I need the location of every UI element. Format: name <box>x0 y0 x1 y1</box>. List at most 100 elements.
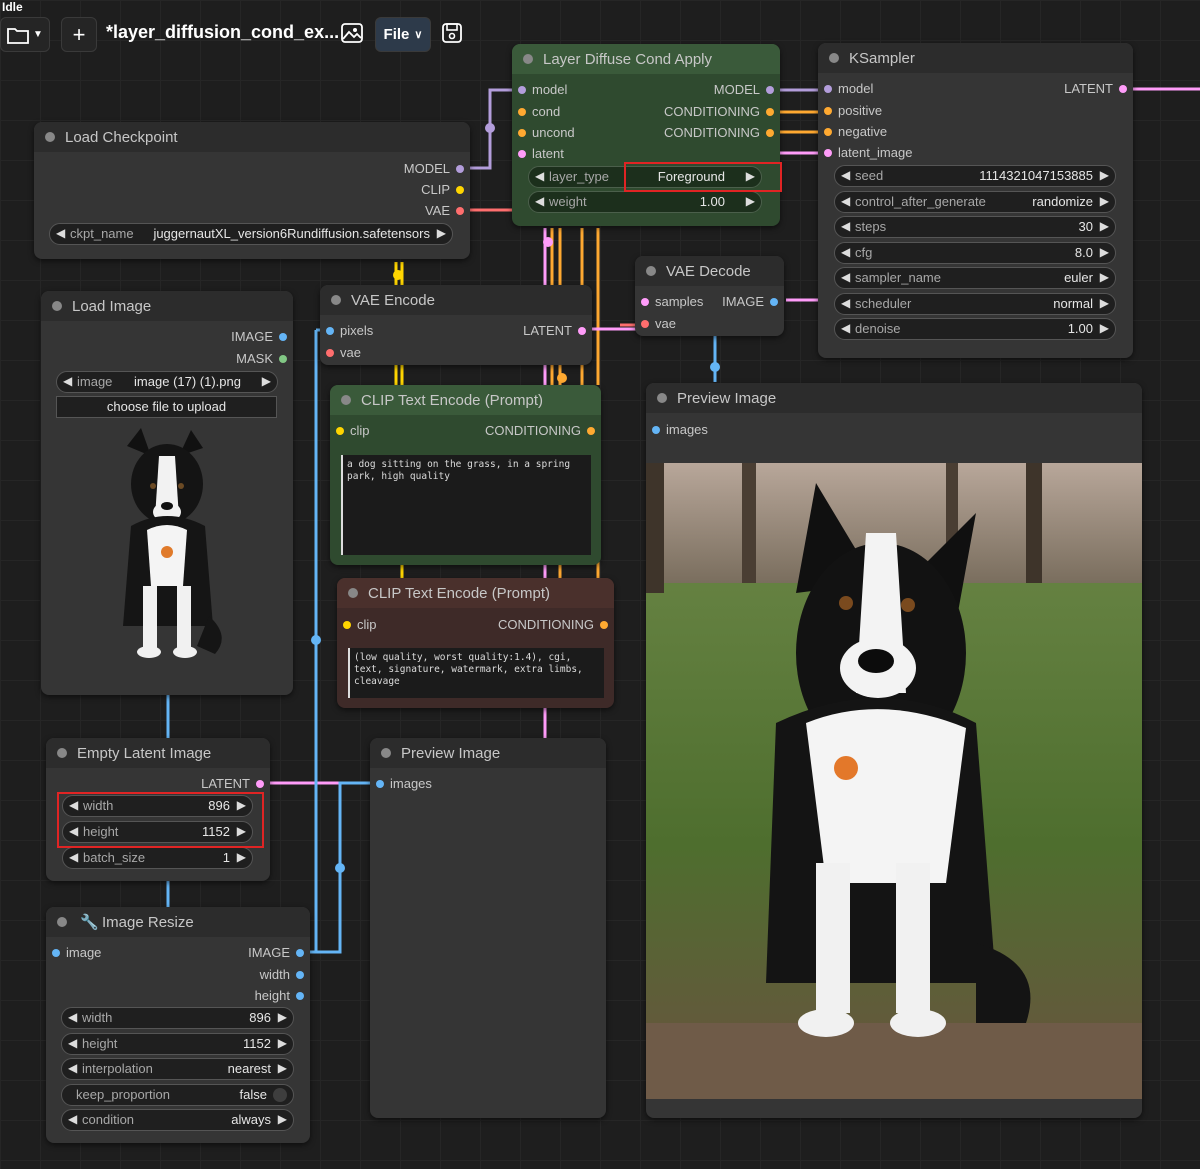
arrow-right-icon[interactable]: ▶ <box>437 226 446 240</box>
collapse-dot[interactable] <box>57 748 67 758</box>
number-widget[interactable]: ◀ steps 30 ▶ <box>834 216 1116 238</box>
number-widget[interactable]: ◀ control_after_generate randomize ▶ <box>834 190 1116 213</box>
slot-dot[interactable] <box>1119 85 1127 93</box>
file-menu-button[interactable]: File ∨ <box>375 17 431 52</box>
slot-dot[interactable] <box>824 85 832 93</box>
number-widget[interactable]: ◀ condition always ▶ <box>61 1109 294 1131</box>
output-image[interactable]: IMAGE <box>722 294 778 310</box>
output-vae[interactable]: VAE <box>425 203 464 219</box>
slot-dot[interactable] <box>256 780 264 788</box>
slot-dot[interactable] <box>518 129 526 137</box>
node-clip-text-encode-positive[interactable]: CLIP Text Encode (Prompt) clip CONDITION… <box>330 385 601 565</box>
number-widget[interactable]: ◀ cfg 8.0 ▶ <box>834 241 1116 264</box>
slot-dot[interactable] <box>770 298 778 306</box>
output-latent[interactable]: LATENT <box>1064 81 1127 97</box>
output-conditioning[interactable]: CONDITIONING <box>664 125 774 141</box>
output-image[interactable]: IMAGE <box>231 329 287 345</box>
arrow-left-icon[interactable]: ◀ <box>535 169 544 183</box>
arrow-right-icon[interactable]: ▶ <box>1100 168 1109 182</box>
number-widget[interactable]: ◀ height 1152 ▶ <box>61 1032 294 1055</box>
slot-dot[interactable] <box>766 108 774 116</box>
slot-dot[interactable] <box>456 186 464 194</box>
new-workflow-button[interactable]: + <box>61 17 97 52</box>
node-load-checkpoint[interactable]: Load Checkpoint MODEL CLIP VAE ◀ ckpt_na… <box>34 122 470 259</box>
slot-dot[interactable] <box>279 333 287 341</box>
node-load-image[interactable]: Load Image IMAGE MASK ◀ image image (17)… <box>41 291 293 695</box>
input-latent[interactable]: latent <box>518 146 564 162</box>
arrow-right-icon[interactable]: ▶ <box>278 1036 287 1050</box>
negative-prompt-textarea[interactable]: (low quality, worst quality:1.4), cgi, t… <box>348 648 604 698</box>
arrow-left-icon[interactable]: ◀ <box>69 824 78 838</box>
node-image-resize[interactable]: 🔧 Image Resize image IMAGE width height … <box>46 907 310 1143</box>
node-clip-text-encode-negative[interactable]: CLIP Text Encode (Prompt) clip CONDITION… <box>337 578 614 708</box>
arrow-right-icon[interactable]: ▶ <box>1100 245 1109 259</box>
collapse-dot[interactable] <box>45 132 55 142</box>
slot-dot[interactable] <box>456 207 464 215</box>
slot-dot[interactable] <box>578 327 586 335</box>
toggle-widget[interactable]: keep_proportion false <box>61 1083 294 1106</box>
arrow-right-icon[interactable]: ▶ <box>237 798 246 812</box>
input-positive[interactable]: positive <box>824 103 882 119</box>
image-combo[interactable]: ◀ image image (17) (1).png ▶ <box>56 371 278 393</box>
slot-dot[interactable] <box>587 427 595 435</box>
node-layer-diffuse-cond-apply[interactable]: Layer Diffuse Cond Apply model cond unco… <box>512 44 780 226</box>
slot-dot[interactable] <box>824 107 832 115</box>
slot-dot[interactable] <box>766 86 774 94</box>
weight-number[interactable]: ◀ weight 1.00 ▶ <box>528 191 762 213</box>
input-uncond[interactable]: uncond <box>518 125 575 141</box>
arrow-right-icon[interactable]: ▶ <box>237 850 246 864</box>
upload-button[interactable]: choose file to upload <box>56 396 277 418</box>
arrow-left-icon[interactable]: ◀ <box>68 1112 77 1126</box>
positive-prompt-textarea[interactable]: a dog sitting on the grass, in a spring … <box>341 455 591 555</box>
slot-dot[interactable] <box>641 320 649 328</box>
input-pixels[interactable]: pixels <box>326 323 373 339</box>
input-vae[interactable]: vae <box>641 316 676 332</box>
collapse-dot[interactable] <box>657 393 667 403</box>
arrow-right-icon[interactable]: ▶ <box>746 169 755 183</box>
slot-dot[interactable] <box>296 971 304 979</box>
slot-dot[interactable] <box>456 165 464 173</box>
slot-dot[interactable] <box>652 426 660 434</box>
input-clip[interactable]: clip <box>343 617 377 633</box>
input-model[interactable]: model <box>824 81 873 97</box>
number-widget[interactable]: ◀ denoise 1.00 ▶ <box>834 318 1116 340</box>
slot-dot[interactable] <box>824 128 832 136</box>
output-conditioning[interactable]: CONDITIONING <box>664 104 774 120</box>
slot-dot[interactable] <box>336 427 344 435</box>
output-clip[interactable]: CLIP <box>421 182 464 198</box>
arrow-left-icon[interactable]: ◀ <box>56 226 65 240</box>
input-images[interactable]: images <box>376 776 432 792</box>
slot-dot[interactable] <box>518 108 526 116</box>
arrow-left-icon[interactable]: ◀ <box>841 245 850 259</box>
toggle-knob[interactable] <box>273 1087 287 1102</box>
arrow-right-icon[interactable]: ▶ <box>1100 219 1109 233</box>
collapse-dot[interactable] <box>57 917 67 927</box>
workflow-title[interactable]: *layer_diffusion_cond_ex... <box>106 22 339 43</box>
node-vae-encode[interactable]: VAE Encode pixels vae LATENT <box>320 285 592 365</box>
node-preview-image-mid[interactable]: Preview Image images <box>370 738 606 1118</box>
collapse-dot[interactable] <box>341 395 351 405</box>
output-conditioning[interactable]: CONDITIONING <box>485 423 595 439</box>
collapse-dot[interactable] <box>646 266 656 276</box>
input-latent-image[interactable]: latent_image <box>824 145 912 161</box>
image-icon[interactable] <box>340 21 364 50</box>
arrow-right-icon[interactable]: ▶ <box>278 1010 287 1024</box>
collapse-dot[interactable] <box>523 54 533 64</box>
input-clip[interactable]: clip <box>336 423 370 439</box>
slot-dot[interactable] <box>343 621 351 629</box>
collapse-dot[interactable] <box>331 295 341 305</box>
output-mask[interactable]: MASK <box>236 351 287 367</box>
output-model[interactable]: MODEL <box>404 161 464 177</box>
node-empty-latent-image[interactable]: Empty Latent Image LATENT ◀ width 896 ▶ ◀ hei… <box>46 738 270 881</box>
output-latent[interactable]: LATENT <box>201 776 264 792</box>
node-preview-image-output[interactable]: Preview Image images <box>646 383 1142 1118</box>
slot-dot[interactable] <box>326 327 334 335</box>
slot-dot[interactable] <box>376 780 384 788</box>
slot-dot[interactable] <box>52 949 60 957</box>
slot-dot[interactable] <box>766 129 774 137</box>
input-image[interactable]: image <box>52 945 101 961</box>
slot-dot[interactable] <box>824 149 832 157</box>
number-widget[interactable]: ◀ interpolation nearest ▶ <box>61 1058 294 1080</box>
output-model[interactable]: MODEL <box>714 82 774 98</box>
output-conditioning[interactable]: CONDITIONING <box>498 617 608 633</box>
